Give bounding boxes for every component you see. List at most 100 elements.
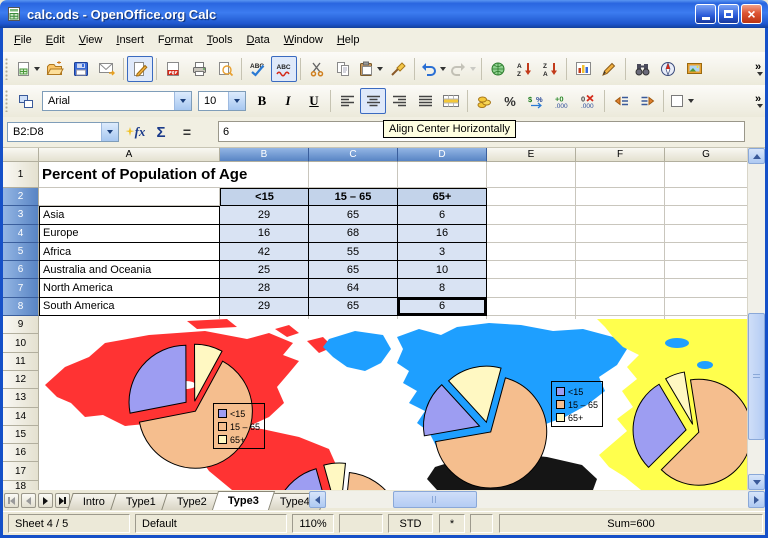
export-pdf-button[interactable]	[160, 56, 186, 82]
cell-C7[interactable]: 64	[309, 279, 398, 297]
insert-chart-button[interactable]	[570, 56, 596, 82]
scroll-up-button[interactable]	[748, 148, 765, 164]
email-button[interactable]	[94, 56, 120, 82]
cell-B5[interactable]: 42	[220, 243, 309, 261]
navigator-button[interactable]	[655, 56, 681, 82]
undo-button[interactable]	[418, 56, 448, 82]
add-decimal-button[interactable]: +0.000	[549, 88, 575, 114]
chevron-down-icon[interactable]	[174, 92, 191, 110]
format-paintbrush-button[interactable]	[385, 56, 411, 82]
row-header-11[interactable]: 11	[3, 353, 39, 371]
cell-A8[interactable]: South America	[39, 298, 220, 316]
cut-button[interactable]	[304, 56, 330, 82]
first-sheet-button[interactable]	[4, 493, 19, 508]
cell-E2[interactable]	[487, 188, 576, 206]
horizontal-scrollbar[interactable]	[309, 491, 765, 508]
title-bar[interactable]: calc.ods - OpenOffice.org Calc ×	[0, 0, 768, 28]
copy-button[interactable]	[330, 56, 356, 82]
print-button[interactable]	[186, 56, 212, 82]
cell-G6[interactable]	[665, 261, 748, 279]
cell-E4[interactable]	[487, 225, 576, 243]
find-replace-button[interactable]	[629, 56, 655, 82]
cell-C5[interactable]: 55	[309, 243, 398, 261]
edit-file-button[interactable]	[127, 56, 153, 82]
row-header-15[interactable]: 15	[3, 426, 39, 444]
cell-B8[interactable]: 29	[220, 298, 309, 316]
function-button[interactable]: =	[174, 120, 200, 144]
auto-spellcheck-button[interactable]: ABC	[271, 56, 297, 82]
previous-sheet-button[interactable]	[21, 493, 36, 508]
show-draw-functions-button[interactable]	[596, 56, 622, 82]
cell-A2[interactable]	[39, 188, 220, 206]
row-header-18[interactable]: 18	[3, 481, 39, 490]
horizontal-scrollbar-thumb[interactable]	[393, 491, 477, 508]
name-box[interactable]: B2:D8	[7, 122, 119, 142]
cell-B7[interactable]: 28	[220, 279, 309, 297]
menu-view[interactable]: View	[72, 31, 110, 49]
toolbar-grip[interactable]	[5, 58, 9, 80]
cell-A4[interactable]: Europe	[39, 225, 220, 243]
close-button[interactable]: ×	[741, 4, 762, 24]
cell-E3[interactable]	[487, 206, 576, 224]
cell-G7[interactable]	[665, 279, 748, 297]
chevron-down-icon[interactable]	[101, 123, 118, 141]
cell-D8[interactable]: 6	[398, 298, 487, 316]
cell-F2[interactable]	[576, 188, 665, 206]
cell-G1[interactable]	[665, 162, 748, 188]
hyperlink-button[interactable]	[485, 56, 511, 82]
align-right-button[interactable]	[386, 88, 412, 114]
status-selection-mode[interactable]: STD	[388, 514, 433, 533]
column-header-A[interactable]: A	[39, 148, 220, 162]
increase-indent-button[interactable]	[634, 88, 660, 114]
cell-C6[interactable]: 65	[309, 261, 398, 279]
menu-format[interactable]: Format	[151, 31, 200, 49]
standard-format-button[interactable]: $%	[523, 88, 549, 114]
chevron-down-icon[interactable]	[228, 92, 245, 110]
cell-G8[interactable]	[665, 298, 748, 316]
row-header-8[interactable]: 8	[3, 298, 39, 316]
cell-D2[interactable]: 65+	[398, 188, 487, 206]
corner-header[interactable]	[3, 148, 39, 162]
menu-window[interactable]: Window	[277, 31, 330, 49]
cell-G3[interactable]	[665, 206, 748, 224]
cell-C4[interactable]: 68	[309, 225, 398, 243]
row-header-3[interactable]: 3	[3, 206, 39, 224]
page-preview-button[interactable]	[212, 56, 238, 82]
column-header-E[interactable]: E	[487, 148, 576, 162]
row-header-4[interactable]: 4	[3, 225, 39, 243]
status-extra[interactable]	[470, 514, 493, 533]
sort-descending-button[interactable]: ZA	[537, 56, 563, 82]
italic-button[interactable]: I	[275, 88, 301, 114]
sheet-tab-type3[interactable]: Type3	[212, 491, 275, 510]
cell-F5[interactable]	[576, 243, 665, 261]
row-header-7[interactable]: 7	[3, 279, 39, 297]
menu-edit[interactable]: Edit	[39, 31, 72, 49]
cell-F8[interactable]	[576, 298, 665, 316]
status-sum[interactable]: Sum=600	[499, 514, 763, 533]
cell-D1[interactable]	[398, 162, 487, 188]
cell-C3[interactable]: 65	[309, 206, 398, 224]
scroll-right-button[interactable]	[748, 491, 765, 508]
row-header-9[interactable]: 9	[3, 316, 39, 334]
borders-button[interactable]	[667, 88, 696, 114]
cell-A6[interactable]: Australia and Oceania	[39, 261, 220, 279]
cell-D4[interactable]: 16	[398, 225, 487, 243]
row-header-5[interactable]: 5	[3, 243, 39, 261]
cell-B3[interactable]: 29	[220, 206, 309, 224]
redo-button[interactable]	[448, 56, 478, 82]
row-header-17[interactable]: 17	[3, 462, 39, 480]
column-header-B[interactable]: B	[220, 148, 309, 162]
scroll-left-button[interactable]	[309, 491, 326, 508]
open-button[interactable]	[42, 56, 68, 82]
row-header-12[interactable]: 12	[3, 371, 39, 389]
cell-G2[interactable]	[665, 188, 748, 206]
cell-E7[interactable]	[487, 279, 576, 297]
cell-A1[interactable]: Percent of Population of Age	[39, 162, 220, 188]
cell-G4[interactable]	[665, 225, 748, 243]
cell-C8[interactable]: 65	[309, 298, 398, 316]
cell-E5[interactable]	[487, 243, 576, 261]
column-header-C[interactable]: C	[309, 148, 398, 162]
function-wizard-button[interactable]: fx	[122, 120, 148, 144]
menu-file[interactable]: File	[7, 31, 39, 49]
column-header-D[interactable]: D	[398, 148, 487, 162]
